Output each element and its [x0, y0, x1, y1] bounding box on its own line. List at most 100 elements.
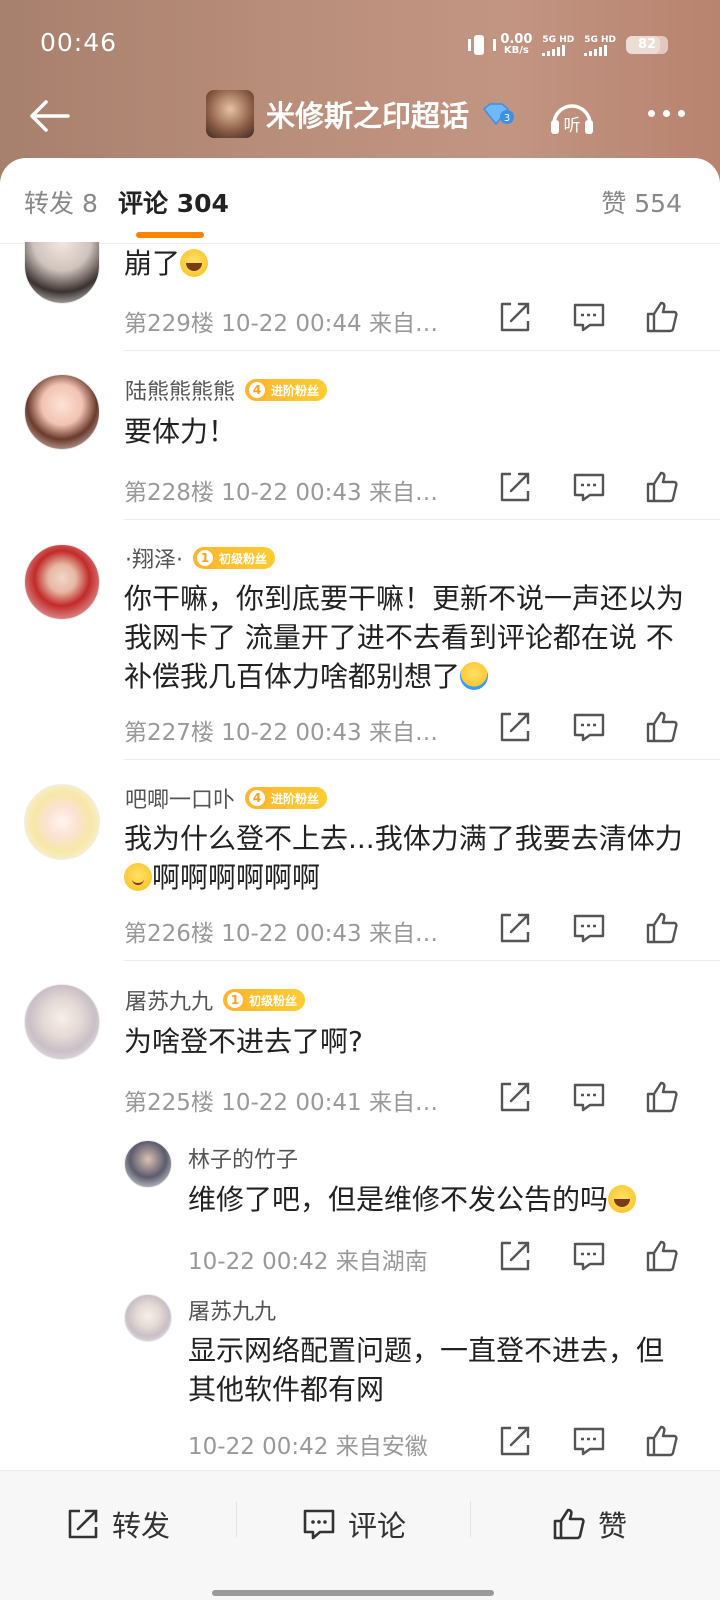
- page-title: 米修斯之印超话: [266, 99, 470, 133]
- like-button[interactable]: [645, 710, 679, 744]
- comment-icon: [573, 1427, 605, 1456]
- supertopic-title[interactable]: 米修斯之印超话 3: [206, 90, 515, 138]
- status-time: 00:46: [40, 28, 118, 57]
- tab-comments[interactable]: 评论 304: [118, 184, 229, 220]
- share-button[interactable]: [498, 300, 532, 334]
- shrug-emoji-icon: [460, 662, 489, 690]
- like-button[interactable]: [645, 470, 679, 504]
- like-button[interactable]: [645, 1424, 679, 1458]
- avatar[interactable]: [24, 784, 100, 860]
- like-button[interactable]: [645, 911, 679, 945]
- separator: [236, 1501, 237, 1537]
- fan-level-badge: 1 初级粉丝: [193, 547, 276, 569]
- comment-username[interactable]: 屠苏九九 1 初级粉丝: [125, 984, 306, 1016]
- like-label: 赞: [598, 1509, 628, 1543]
- like-button[interactable]: [645, 300, 679, 334]
- repost-button[interactable]: 转发: [66, 1503, 170, 1545]
- comment-username[interactable]: 陆熊熊熊熊 4 进阶粉丝: [125, 374, 328, 406]
- battery-icon: 82: [626, 36, 668, 54]
- share-icon: [500, 302, 530, 332]
- comment-icon: [573, 713, 605, 742]
- avatar[interactable]: [124, 1294, 172, 1342]
- comment-label: 评论: [348, 1509, 407, 1543]
- reply-username[interactable]: 林子的竹子: [188, 1142, 298, 1174]
- reply-meta: 10-22 00:42 来自安徽: [188, 1434, 428, 1460]
- reply-button[interactable]: [572, 1424, 606, 1458]
- battery-level: 82: [637, 37, 657, 52]
- laugh-cry-emoji-icon: [608, 1185, 637, 1213]
- sim2-label: 5G HD: [584, 34, 616, 45]
- thumbs-up-icon: [646, 1425, 678, 1457]
- supertopic-avatar: [206, 90, 254, 138]
- comment-icon: [573, 1083, 605, 1112]
- divider: [124, 759, 720, 760]
- speed-unit: KB/s: [503, 45, 529, 56]
- fan-level-badge: 4 进阶粉丝: [245, 379, 328, 401]
- laugh-cry-emoji-icon: [180, 249, 209, 277]
- thumbs-up-icon: [646, 912, 678, 944]
- thumbs-up-icon: [646, 471, 678, 503]
- diamond-level-icon: 3: [481, 102, 515, 126]
- avatar[interactable]: [124, 1140, 172, 1188]
- arrow-left-icon: [30, 100, 70, 132]
- listen-button[interactable]: 听: [548, 94, 596, 138]
- share-icon: [500, 1426, 530, 1456]
- reply-text: 维修了吧，但是维修不发公告的吗: [188, 1180, 688, 1219]
- comment-meta: 第228楼 10-22 00:43 来自…: [124, 480, 438, 506]
- avatar[interactable]: [24, 544, 100, 620]
- share-icon: [500, 472, 530, 502]
- divider: [124, 960, 720, 961]
- comment-button[interactable]: 评论: [302, 1503, 406, 1545]
- thumbs-up-icon: [646, 301, 678, 333]
- avatar[interactable]: [24, 984, 100, 1060]
- reply-username[interactable]: 屠苏九九: [188, 1294, 276, 1326]
- reply-button[interactable]: [572, 470, 606, 504]
- fan-level-badge: 4 进阶粉丝: [245, 787, 328, 809]
- like-button[interactable]: 赞: [552, 1503, 627, 1545]
- tab-active-indicator: [136, 232, 204, 238]
- avatar[interactable]: [24, 374, 100, 450]
- reply-meta: 10-22 00:42 来自湖南: [188, 1249, 428, 1275]
- share-button[interactable]: [498, 1239, 532, 1273]
- reply-text: 显示网络配置问题，一直登不进去，但其他软件都有网: [188, 1334, 665, 1406]
- comment-icon: [573, 473, 605, 502]
- reply-button[interactable]: [572, 1239, 606, 1273]
- detail-tabs: 转发 8 评论 304 赞 554: [0, 158, 720, 244]
- share-button[interactable]: [498, 1424, 532, 1458]
- svg-text:3: 3: [504, 113, 510, 124]
- share-icon: [500, 913, 530, 943]
- like-button[interactable]: [645, 1239, 679, 1273]
- comment-text: 崩了: [124, 244, 694, 283]
- share-button[interactable]: [498, 470, 532, 504]
- tab-repost[interactable]: 转发 8: [24, 184, 98, 220]
- fan-level-badge: 1 初级粉丝: [223, 989, 306, 1011]
- reply-button[interactable]: [572, 1080, 606, 1114]
- thumbs-up-icon: [646, 1081, 678, 1113]
- top-nav: 米修斯之印超话 3 听: [0, 88, 720, 148]
- tab-likes[interactable]: 赞 554: [601, 184, 682, 220]
- signal-sim1: 5G HD: [542, 35, 574, 56]
- more-options-icon[interactable]: [648, 110, 685, 117]
- share-button[interactable]: [498, 911, 532, 945]
- share-button[interactable]: [498, 710, 532, 744]
- bottom-action-bar: 转发 评论 赞: [0, 1470, 720, 1600]
- speed-value: 0.00: [500, 32, 533, 47]
- back-button[interactable]: [28, 98, 72, 134]
- divider: [124, 350, 720, 351]
- comment-meta: 第229楼 10-22 00:44 来自…: [124, 311, 438, 337]
- share-icon: [500, 712, 530, 742]
- reply-button[interactable]: [572, 911, 606, 945]
- reply-button[interactable]: [572, 300, 606, 334]
- comment-text: 为啥登不进去了啊?: [124, 1025, 363, 1058]
- reply-button[interactable]: [572, 710, 606, 744]
- like-button[interactable]: [645, 1080, 679, 1114]
- thumbs-up-icon: [646, 711, 678, 743]
- share-button[interactable]: [498, 1080, 532, 1114]
- comment-username[interactable]: ·翔泽· 1 初级粉丝: [125, 542, 276, 574]
- comment-username[interactable]: 吧唧一口卟 4 进阶粉丝: [125, 782, 328, 814]
- share-icon: [500, 1082, 530, 1112]
- comment-meta: 第226楼 10-22 00:43 来自…: [124, 921, 438, 947]
- share-icon: [68, 1509, 98, 1539]
- smile-emoji-icon: [124, 863, 152, 891]
- comment-text: 我为什么登不上去...我体力满了我要去清体力啊啊啊啊啊啊: [124, 822, 683, 894]
